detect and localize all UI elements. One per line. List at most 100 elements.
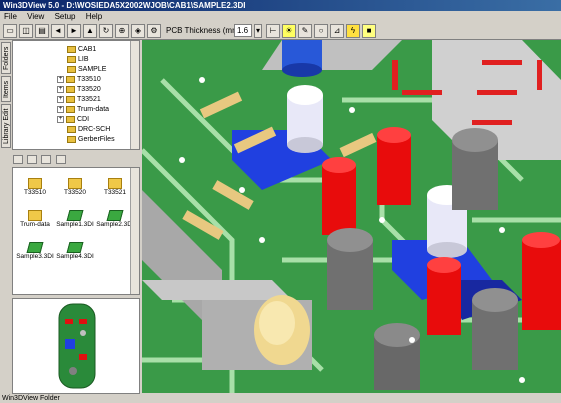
menu-bar: File View Setup Help [0, 11, 561, 22]
thickness-input[interactable]: 1.6 [234, 24, 252, 37]
menu-help[interactable]: Help [82, 11, 106, 22]
folder-icon [67, 55, 76, 63]
tree-item[interactable]: + CDI [57, 115, 89, 125]
menu-file[interactable]: File [0, 11, 21, 22]
refresh-icon[interactable]: ↻ [99, 24, 113, 38]
tab-folders[interactable]: Folders [1, 42, 11, 74]
tree-item[interactable]: CAB1 [67, 45, 96, 55]
expand-icon[interactable]: + [57, 105, 64, 113]
folder-icon [67, 65, 76, 73]
tree-item[interactable]: + T33510 [57, 75, 101, 85]
file-item[interactable]: Sample4.3DI [55, 242, 95, 264]
tree-item[interactable]: DRC-SCH [67, 125, 110, 135]
toolbar: ▭ ◫ ▤ ◄ ► ▲ ↻ ⊕ ◈ ⚙ PCB Thickness (mm) 1… [0, 22, 561, 40]
file-item-label: Sample1.3DI [56, 221, 94, 228]
file-list: T33510 T33520 T33521 Trum-data Sample1.3DI Sa… [12, 167, 140, 295]
file-item[interactable]: T33510 [15, 178, 55, 200]
status-bar: Win3DView Folder [0, 395, 561, 403]
file-item-label: Sample4.3DI [56, 253, 94, 260]
list-view-icon[interactable] [41, 155, 52, 164]
view-icon[interactable]: ◈ [131, 24, 145, 38]
tree-item-label: T33520 [77, 86, 101, 93]
detail-view-icon[interactable] [55, 155, 66, 164]
tree-item[interactable]: + T33520 [57, 85, 101, 95]
print-icon[interactable]: ▤ [35, 24, 49, 38]
file-item-label: T33520 [63, 189, 87, 196]
pcb-3d-viewport[interactable] [142, 40, 561, 393]
file-item[interactable]: Sample2.3DI [95, 210, 135, 232]
folder-icon [66, 95, 75, 103]
tab-library-edit[interactable]: Library Edit [1, 104, 11, 148]
folder-icon [28, 178, 42, 189]
folder-icon [67, 125, 76, 133]
folder-tree: CAB1 LIB SAMPLE + T33510 + T33520 + T33521 + Trum-… [12, 40, 140, 150]
tree-item-label: GerberFiles [78, 136, 115, 143]
menu-setup[interactable]: Setup [51, 11, 80, 22]
tree-item[interactable]: + Trum-data [57, 105, 109, 115]
expand-icon[interactable]: + [57, 95, 64, 103]
tree-item-label: SAMPLE [78, 66, 107, 73]
back-icon[interactable]: ◄ [51, 24, 65, 38]
tab-items[interactable]: Items [1, 76, 11, 102]
tree-item-label: CDI [77, 116, 90, 123]
pencil-icon[interactable]: ✎ [298, 24, 312, 38]
tree-item-label: LIB [78, 56, 89, 63]
thickness-label: PCB Thickness (mm) [166, 26, 242, 35]
light-icon[interactable]: ☀ [282, 24, 296, 38]
thickness-dropdown-icon[interactable]: ▾ [254, 24, 262, 38]
lightning-icon[interactable]: ϟ [346, 24, 360, 38]
measure-icon[interactable]: ⊿ [330, 24, 344, 38]
tree-item-label: Trum-data [77, 106, 110, 113]
file-item-label: Trum-data [20, 221, 50, 228]
folder-icon [66, 115, 75, 123]
tree-item[interactable]: GerberFiles [67, 135, 115, 145]
file-item[interactable]: Sample1.3DI [55, 210, 95, 232]
save-icon[interactable]: ◫ [19, 24, 33, 38]
file-item[interactable]: Sample3.3DI [15, 242, 55, 264]
folder-icon [68, 178, 82, 189]
board-file-icon [66, 210, 84, 221]
axis-icon[interactable]: ⊢ [266, 24, 280, 38]
tree-item[interactable]: SAMPLE [67, 65, 106, 75]
expand-icon[interactable]: + [57, 115, 64, 123]
settings-icon[interactable]: ⚙ [147, 24, 161, 38]
window-title: Win3DView 5.0 - D:\WOSIEDA5X2002WJOB\CAB… [0, 0, 561, 11]
shapes-icon[interactable]: ○ [314, 24, 328, 38]
board-file-icon [106, 210, 124, 221]
folder-icon [67, 45, 76, 53]
color-icon[interactable]: ■ [362, 24, 376, 38]
folder-icon [28, 210, 42, 221]
open-icon[interactable]: ▭ [3, 24, 17, 38]
tree-item-label: CAB1 [78, 46, 97, 53]
tree-item-label: T33510 [77, 76, 101, 83]
file-item-label: Sample2.3DI [96, 221, 134, 228]
zoom-icon[interactable]: ⊕ [115, 24, 129, 38]
tree-scrollbar[interactable] [130, 41, 139, 149]
board-file-icon [26, 242, 44, 253]
new-folder-icon[interactable] [27, 155, 38, 164]
forward-icon[interactable]: ► [67, 24, 81, 38]
expand-icon[interactable]: + [57, 75, 64, 83]
file-item[interactable]: T33520 [55, 178, 95, 200]
up-folder-icon[interactable] [13, 155, 23, 164]
folder-icon [66, 85, 75, 93]
file-item-label: T33521 [103, 189, 127, 196]
file-view-toolbar [12, 154, 140, 166]
file-item-label: Sample3.3DI [16, 253, 54, 260]
menu-view[interactable]: View [23, 11, 48, 22]
files-scrollbar[interactable] [130, 168, 139, 294]
up-icon[interactable]: ▲ [83, 24, 97, 38]
folder-icon [67, 135, 76, 143]
side-tabs: Folders Items Library Edit [0, 40, 12, 150]
thumbnail-preview [12, 298, 140, 394]
tree-item-label: T33521 [77, 96, 101, 103]
tree-item-label: DRC-SCH [78, 126, 111, 133]
folder-icon [66, 105, 75, 113]
file-item[interactable]: T33521 [95, 178, 135, 200]
tree-item[interactable]: + T33521 [57, 95, 101, 105]
tree-item[interactable]: LIB [67, 55, 89, 65]
file-item-label: T33510 [23, 189, 47, 196]
pcb-render [142, 40, 561, 393]
file-item[interactable]: Trum-data [15, 210, 55, 232]
expand-icon[interactable]: + [57, 85, 64, 93]
